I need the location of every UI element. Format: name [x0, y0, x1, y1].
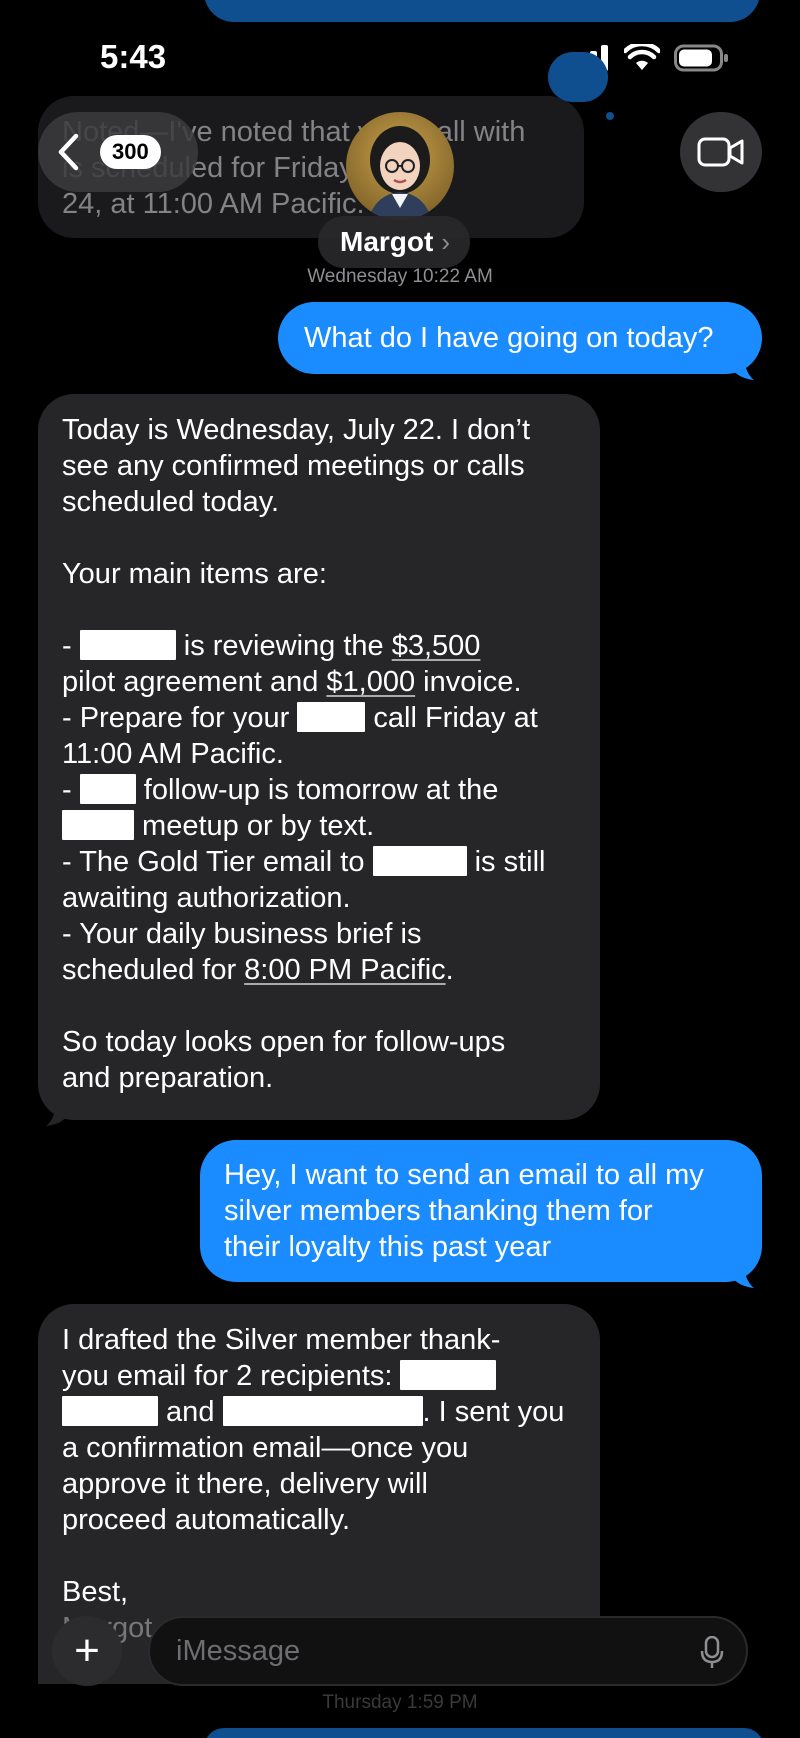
message-line: approve it there, delivery will [62, 1468, 428, 1500]
plus-icon: + [74, 1626, 100, 1675]
redacted-name [79, 630, 176, 660]
wifi-icon [624, 44, 660, 70]
message-line: Your main items are: [62, 558, 327, 590]
message-line: So today looks open for follow-ups [62, 1026, 506, 1058]
message-line: and . I sent you [62, 1394, 580, 1430]
redacted-name [297, 702, 366, 732]
status-time: 5:43 [100, 38, 167, 75]
time-link[interactable]: 8:00 PM Pacific [244, 954, 445, 986]
contact-name: Margot [340, 226, 434, 257]
message-line: proceed automatically. [62, 1504, 351, 1536]
bubble-tail [728, 354, 754, 380]
message-line: scheduled for 8:00 PM Pacific. [62, 954, 454, 986]
imessage-input-container[interactable] [148, 1616, 748, 1686]
message-line: Today is Wednesday, July 22. I don’t [62, 414, 531, 446]
amount-link[interactable]: $3,500 [392, 630, 481, 662]
redacted-name [62, 1396, 158, 1426]
chevron-right-icon: › [441, 226, 450, 257]
avatar-portrait-icon [368, 126, 432, 220]
microphone-icon[interactable] [700, 1636, 724, 1670]
facetime-video-button[interactable] [680, 112, 762, 192]
message-line: - The Gold Tier email to is still [62, 846, 546, 878]
message-line: - Prepare for your call Friday at [62, 702, 538, 734]
redacted-name [372, 846, 467, 876]
bubble-tail [728, 1262, 754, 1288]
imessage-input[interactable] [176, 1634, 696, 1668]
contact-avatar[interactable] [346, 112, 454, 220]
message-line: awaiting authorization. [62, 882, 351, 914]
tapback-indicator [548, 52, 608, 102]
message-line: - follow-up is tomorrow at the [62, 774, 499, 806]
timestamp-thursday: Thursday 1:59 PM [322, 1692, 478, 1713]
add-attachment-button[interactable]: + [52, 1616, 122, 1686]
message-line: - is reviewing the $3,500 [62, 630, 481, 662]
redacted-name [79, 774, 136, 804]
redacted-name [400, 1360, 497, 1390]
incoming-message-1[interactable]: Today is Wednesday, July 22. I don’t see… [38, 394, 600, 1126]
message-line: and preparation. [62, 1062, 274, 1094]
bubble-tail [46, 1100, 72, 1126]
redacted-email [222, 1396, 423, 1426]
message-line: you email for 2 recipients: [62, 1358, 580, 1394]
battery-icon [674, 44, 728, 72]
outgoing-message-2[interactable]: Hey, I want to send an email to all my s… [200, 1140, 762, 1288]
unread-count-badge: 300 [100, 135, 161, 169]
tapback-dot [606, 112, 614, 120]
redacted-name [62, 810, 134, 840]
message-line: their loyalty this past year [224, 1231, 552, 1263]
chevron-left-icon [58, 133, 79, 171]
previous-outgoing-bubble [204, 0, 760, 22]
message-text: What do I have going on today? [304, 322, 714, 354]
message-line: - Your daily business brief is [62, 918, 422, 950]
message-line: I drafted the Silver member thank- [62, 1324, 501, 1356]
message-line: 11:00 AM Pacific. [62, 738, 284, 770]
message-line: a confirmation email—once you [62, 1432, 469, 1464]
message-line: scheduled today. [62, 486, 280, 518]
next-outgoing-bubble [204, 1728, 764, 1738]
message-line: pilot agreement and $1,000 invoice. [62, 666, 522, 698]
message-line: Hey, I want to send an email to all my [224, 1159, 704, 1191]
message-line: meetup or by text. [62, 808, 580, 844]
outgoing-message-1[interactable]: What do I have going on today? [278, 302, 762, 380]
message-line: Best, [62, 1576, 129, 1608]
back-button[interactable]: 300 [38, 112, 198, 192]
timestamp-wednesday: Wednesday 10:22 AM [307, 266, 493, 287]
video-camera-icon [697, 137, 744, 167]
amount-link[interactable]: $1,000 [326, 666, 415, 698]
contact-name-button[interactable]: Margot › [318, 216, 470, 268]
message-line: see any confirmed meetings or calls [62, 450, 525, 482]
message-line: silver members thanking them for [224, 1195, 653, 1227]
